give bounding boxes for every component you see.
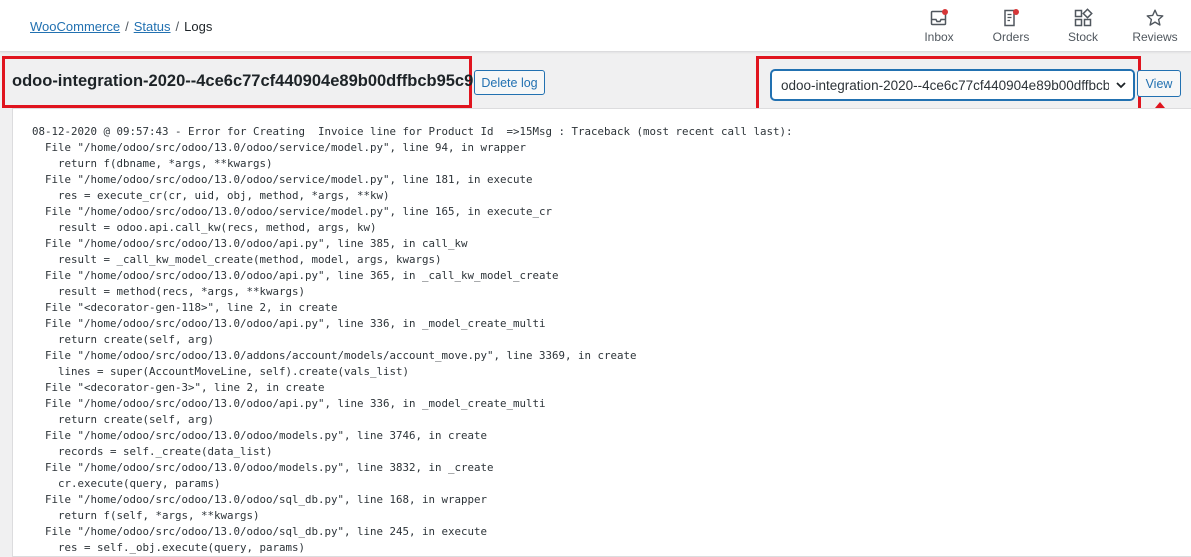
activity-tab-label: Stock (1067, 30, 1098, 44)
log-line: res = self._obj.execute(query, params) (32, 541, 306, 554)
log-line: records = self._create(data_list) (32, 445, 273, 458)
stock-icon (1074, 8, 1093, 27)
log-content: 08-12-2020 @ 09:57:43 - Error for Creati… (32, 124, 793, 556)
top-header: WooCommerce / Status / Logs Inbox Orders (0, 0, 1191, 52)
log-line: File "/home/odoo/src/odoo/13.0/odoo/mode… (32, 461, 494, 474)
log-line: result = method(recs, *args, **kwargs) (32, 285, 306, 298)
breadcrumb-separator: / (125, 19, 129, 34)
log-line: File "/home/odoo/src/odoo/13.0/odoo/sql_… (32, 493, 488, 506)
log-file-title: odoo-integration-2020--4ce6c77cf440904e8… (12, 72, 512, 90)
activity-tab-label: Inbox (924, 30, 954, 44)
inbox-icon (930, 9, 948, 26)
log-line: File "/home/odoo/src/odoo/13.0/odoo/api.… (32, 397, 546, 410)
chevron-down-icon (1109, 71, 1133, 99)
log-line: File "/home/odoo/src/odoo/13.0/odoo/serv… (32, 205, 553, 218)
log-line: 08-12-2020 @ 09:57:43 - Error for Creati… (32, 125, 793, 138)
activity-tab-orders[interactable]: Orders (975, 0, 1047, 52)
activity-tab-reviews[interactable]: Reviews (1119, 0, 1191, 52)
activity-panel-tabs: Inbox Orders Stock Reviews (903, 0, 1191, 52)
view-log-button[interactable]: View (1137, 70, 1181, 97)
log-line: res = execute_cr(cr, uid, obj, method, *… (32, 189, 390, 202)
log-line: result = _call_kw_model_create(method, m… (32, 253, 442, 266)
delete-log-button[interactable]: Delete log (474, 70, 545, 95)
log-file-select-value: odoo-integration-2020--4ce6c77cf440904e8… (781, 77, 1109, 93)
breadcrumb: WooCommerce / Status / Logs (30, 19, 212, 34)
breadcrumb-separator: / (175, 19, 180, 34)
log-line: return f(dbname, *args, **kwargs) (32, 157, 273, 170)
breadcrumb-status-link[interactable]: Status (134, 19, 171, 34)
activity-tab-label: Orders (992, 30, 1030, 44)
log-line: File "/home/odoo/src/odoo/13.0/odoo/api.… (32, 269, 559, 282)
breadcrumb-woocommerce-link[interactable]: WooCommerce (30, 19, 120, 34)
breadcrumb-current: Logs (184, 19, 213, 34)
log-line: File "<decorator-gen-3>", line 2, in cre… (32, 381, 325, 394)
log-file-select[interactable]: odoo-integration-2020--4ce6c77cf440904e8… (771, 70, 1134, 100)
star-icon (1146, 9, 1164, 26)
log-line: return create(self, arg) (32, 333, 215, 346)
activity-tab-inbox[interactable]: Inbox (903, 0, 975, 52)
log-line: File "<decorator-gen-118>", line 2, in c… (32, 301, 338, 314)
log-line: lines = super(AccountMoveLine, self).cre… (32, 365, 410, 378)
log-line: return f(self, *args, **kwargs) (32, 509, 260, 522)
log-line: cr.execute(query, params) (32, 477, 221, 490)
orders-icon (1004, 9, 1019, 27)
activity-tab-label: Reviews (1132, 30, 1178, 44)
activity-tab-stock[interactable]: Stock (1047, 0, 1119, 52)
log-line: File "/home/odoo/src/odoo/13.0/odoo/api.… (32, 317, 546, 330)
log-line: return create(self, arg) (32, 413, 215, 426)
log-line: File "/home/odoo/src/odoo/13.0/odoo/sql_… (32, 525, 488, 538)
log-line: File "/home/odoo/src/odoo/13.0/odoo/serv… (32, 173, 533, 186)
log-line: File "/home/odoo/src/odoo/13.0/odoo/api.… (32, 237, 468, 250)
log-line: File "/home/odoo/src/odoo/13.0/addons/ac… (32, 349, 637, 362)
log-line: File "/home/odoo/src/odoo/13.0/odoo/mode… (32, 429, 488, 442)
log-line: result = odoo.api.call_kw(recs, method, … (32, 221, 377, 234)
log-content-panel: 08-12-2020 @ 09:57:43 - Error for Creati… (12, 108, 1191, 557)
log-line: File "/home/odoo/src/odoo/13.0/odoo/serv… (32, 141, 527, 154)
